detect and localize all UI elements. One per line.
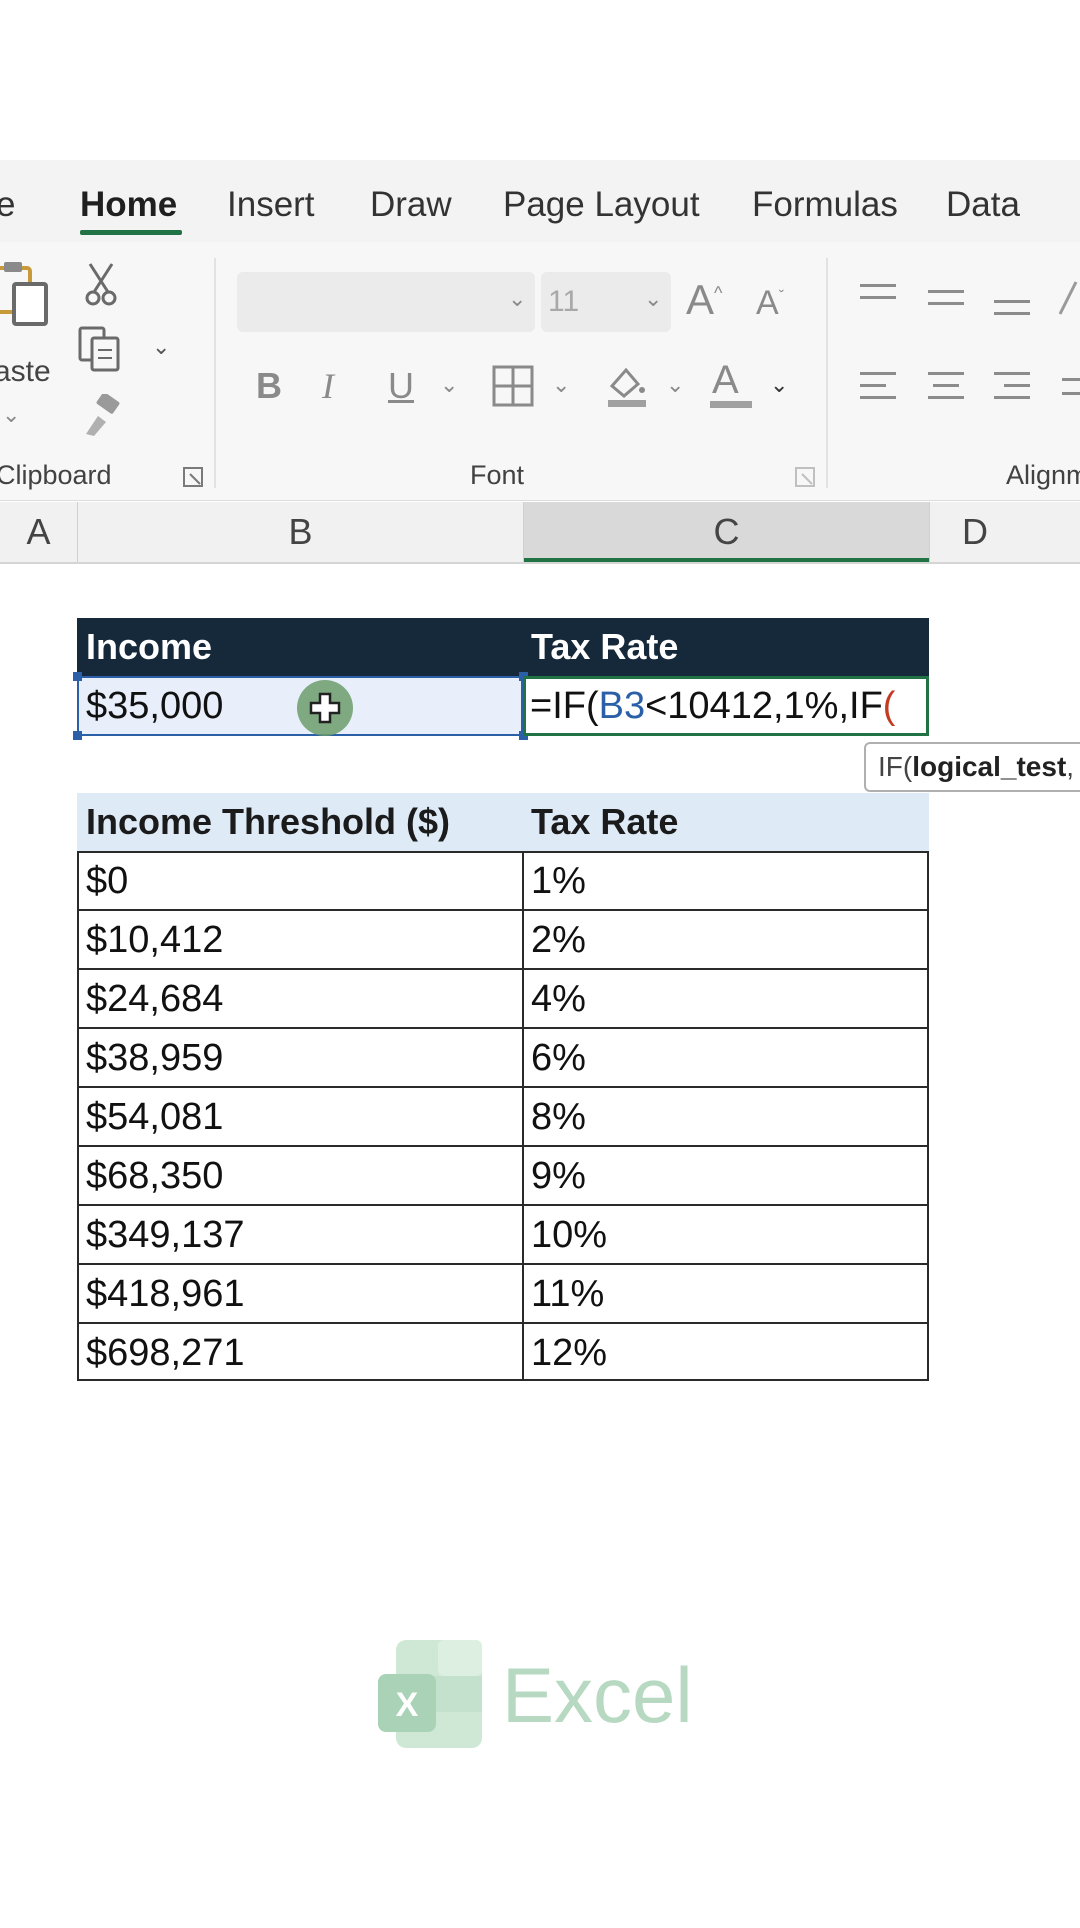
tax-rate-header-cell[interactable]: Tax Rate (531, 618, 678, 676)
tab-home[interactable]: Home (80, 185, 177, 225)
font-dialog-launcher-icon[interactable] (794, 466, 816, 488)
column-header-b[interactable]: B (78, 502, 523, 562)
threshold-cell[interactable]: $24,684 (86, 970, 223, 1028)
borders-chevron-icon[interactable]: ⌄ (552, 372, 570, 398)
font-color-chevron-icon[interactable]: ⌄ (770, 372, 788, 398)
threshold-cell[interactable]: $38,959 (86, 1029, 223, 1087)
fill-color-chevron-icon[interactable]: ⌄ (666, 372, 684, 398)
column-header-d[interactable]: D (930, 502, 1020, 562)
income-header-cell[interactable]: Income (86, 618, 212, 676)
rate-cell[interactable]: 11% (531, 1265, 604, 1323)
borders-icon[interactable] (492, 365, 534, 407)
paste-dropdown-chevron-icon[interactable]: ⌄ (2, 402, 20, 428)
font-name-dropdown[interactable] (237, 272, 535, 332)
column-header-a[interactable]: A (0, 502, 77, 562)
decrease-font-size-icon[interactable]: Aˇ (756, 284, 784, 323)
excel-logo-icon: X (378, 1640, 482, 1748)
threshold-cell[interactable]: $54,081 (86, 1088, 223, 1146)
italic-button[interactable]: I (322, 365, 334, 407)
threshold-tax-rate-header-cell[interactable]: Tax Rate (531, 793, 678, 851)
paste-icon[interactable] (0, 262, 54, 346)
range-handle[interactable] (73, 731, 82, 740)
threshold-cell[interactable]: $418,961 (86, 1265, 245, 1323)
orientation-icon[interactable] (1056, 278, 1080, 318)
rate-cell[interactable]: 1% (531, 852, 586, 910)
tab-page-layout[interactable]: Page Layout (503, 185, 700, 225)
threshold-cell[interactable]: $349,137 (86, 1206, 245, 1264)
group-separator (826, 258, 828, 488)
paste-label[interactable]: aste (0, 355, 51, 389)
rate-cell[interactable]: 12% (531, 1324, 607, 1382)
range-handle[interactable] (73, 672, 82, 681)
fill-color-icon[interactable] (604, 362, 650, 408)
income-value: $35,000 (86, 685, 224, 727)
svg-text:X: X (396, 1686, 419, 1724)
rate-cell[interactable]: 2% (531, 911, 586, 969)
column-header-c[interactable]: C (524, 502, 929, 562)
tab-file[interactable]: e (0, 185, 15, 225)
clipboard-group-label: Clipboard (0, 460, 112, 490)
threshold-cell[interactable]: $10,412 (86, 911, 223, 969)
table-column-divider (522, 851, 524, 1381)
tab-formulas[interactable]: Formulas (752, 185, 898, 225)
font-size-value: 11 (548, 285, 580, 318)
font-name-chevron-icon: ⌄ (508, 286, 527, 311)
active-tab-indicator (80, 230, 182, 235)
tab-insert[interactable]: Insert (227, 185, 315, 225)
font-color-swatch (710, 401, 752, 408)
group-separator (214, 258, 216, 488)
excel-watermark-text: Excel (502, 1651, 693, 1739)
rate-cell[interactable]: 8% (531, 1088, 586, 1146)
rate-cell[interactable]: 4% (531, 970, 586, 1028)
cell-select-cursor-icon (309, 692, 341, 724)
bold-button[interactable]: B (256, 365, 282, 407)
font-group-label: Font (470, 460, 525, 490)
increase-font-size-icon[interactable]: A^ (686, 276, 722, 324)
alignment-group-label: Alignm (1006, 460, 1080, 490)
tab-draw[interactable]: Draw (370, 185, 452, 225)
threshold-cell[interactable]: $68,350 (86, 1147, 223, 1205)
threshold-cell[interactable]: $0 (86, 852, 128, 910)
font-size-chevron-icon: ⌄ (644, 286, 663, 311)
format-painter-icon[interactable] (80, 394, 124, 438)
tab-data[interactable]: Data (946, 185, 1020, 225)
income-threshold-header-cell[interactable]: Income Threshold ($) (86, 793, 450, 851)
copy-dropdown-chevron-icon[interactable]: ⌄ (152, 334, 170, 360)
rate-cell[interactable]: 6% (531, 1029, 586, 1087)
rate-cell[interactable]: 10% (531, 1206, 607, 1264)
clipboard-dialog-launcher-icon[interactable] (182, 466, 204, 488)
copy-icon[interactable] (78, 326, 124, 372)
font-color-icon[interactable]: A (712, 358, 739, 403)
underline-chevron-icon[interactable]: ⌄ (440, 372, 458, 398)
function-tooltip[interactable]: IF(logical_test, (864, 742, 1080, 792)
threshold-cell[interactable]: $698,271 (86, 1324, 245, 1382)
cut-icon[interactable] (84, 262, 118, 308)
formula-text[interactable]: =IF(B3<10412,1%,IF( (530, 676, 895, 736)
ribbon-panel (0, 242, 1080, 501)
underline-button[interactable]: U (388, 365, 414, 407)
rate-cell[interactable]: 9% (531, 1147, 586, 1205)
